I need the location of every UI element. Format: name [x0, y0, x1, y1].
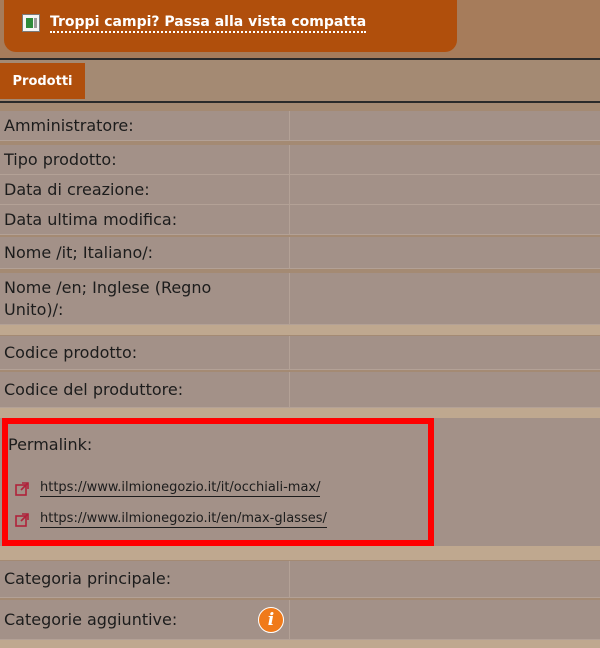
field-value-categoria-principale[interactable]: [290, 561, 600, 597]
compact-view-box: Troppi campi? Passa alla vista compatta: [4, 0, 457, 52]
row-nome-it: Nome /it; Italiano/:: [0, 237, 600, 269]
row-data-creazione: Data di creazione:: [0, 175, 600, 205]
row-nome-en: Nome /en; Inglese (Regno Unito)/:: [0, 273, 600, 325]
row-amministratore: Amministratore:: [0, 111, 600, 141]
tab-bar: [0, 60, 600, 102]
section-separator: [0, 408, 600, 418]
field-label-categorie-aggiuntive: Categorie aggiuntive:: [0, 600, 290, 639]
row-tipo-prodotto: Tipo prodotto:: [0, 145, 600, 175]
field-label-tipo-prodotto: Tipo prodotto:: [0, 145, 290, 174]
field-label-data-creazione: Data di creazione:: [0, 175, 290, 204]
divider: [0, 101, 600, 103]
row-codice-produttore: Codice del produttore:: [0, 372, 600, 408]
field-value-nome-en[interactable]: [290, 273, 600, 324]
field-value-tipo-prodotto[interactable]: [290, 145, 600, 174]
tab-prodotti[interactable]: Prodotti: [0, 63, 85, 99]
compact-view-label: Troppi campi? Passa alla vista compatta: [50, 14, 367, 33]
row-categorie-aggiuntive: Categorie aggiuntive:: [0, 600, 600, 640]
field-value-nome-it[interactable]: [290, 237, 600, 268]
field-label-codice-produttore: Codice del produttore:: [0, 372, 290, 407]
field-label-codice-prodotto: Codice prodotto:: [0, 336, 290, 369]
info-icon[interactable]: i: [258, 607, 284, 633]
row-categoria-principale: Categoria principale:: [0, 561, 600, 598]
field-value-codice-produttore[interactable]: [290, 372, 600, 407]
field-value-amministratore[interactable]: [290, 111, 600, 140]
field-value-data-creazione[interactable]: [290, 175, 600, 204]
highlight-box: [2, 418, 434, 546]
field-label-nome-it: Nome /it; Italiano/:: [0, 237, 290, 268]
section-separator: [0, 325, 600, 335]
compact-view-icon: [22, 14, 40, 32]
field-label-amministratore: Amministratore:: [0, 111, 290, 140]
field-label-nome-en: Nome /en; Inglese (Regno Unito)/:: [0, 273, 290, 324]
field-value-data-ultima-modifica[interactable]: [290, 205, 600, 234]
field-label-categoria-principale: Categoria principale:: [0, 561, 290, 597]
section-separator: [0, 640, 600, 648]
field-value-codice-prodotto[interactable]: [290, 336, 600, 369]
row-codice-prodotto: Codice prodotto:: [0, 336, 600, 370]
compact-view-link[interactable]: Troppi campi? Passa alla vista compatta: [22, 10, 367, 36]
section-separator: [0, 546, 600, 560]
row-data-ultima-modifica: Data ultima modifica:: [0, 205, 600, 235]
field-value-categorie-aggiuntive[interactable]: [290, 600, 600, 639]
field-label-data-ultima-modifica: Data ultima modifica:: [0, 205, 290, 234]
